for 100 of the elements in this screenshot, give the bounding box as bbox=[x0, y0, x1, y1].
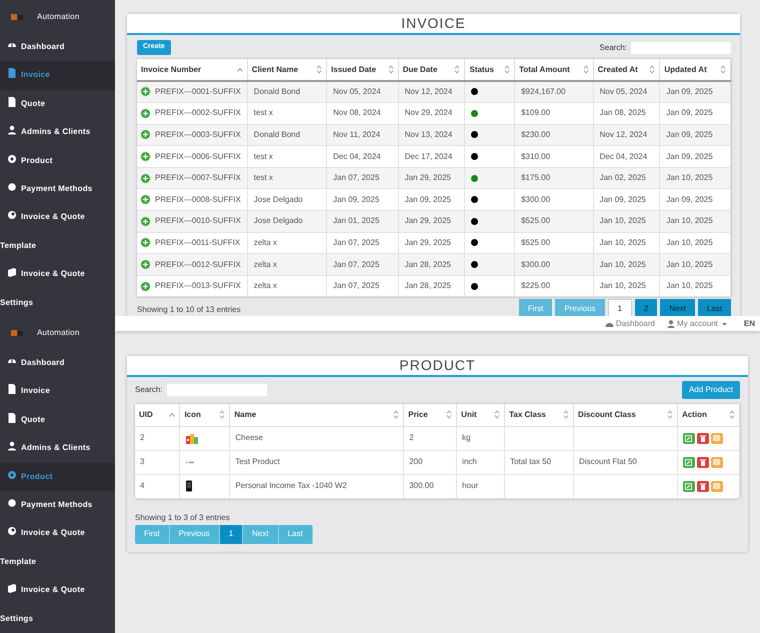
table-cell: 3 bbox=[140, 457, 144, 466]
column-header[interactable]: Status bbox=[469, 64, 494, 76]
table-cell: 300.00 bbox=[409, 481, 434, 490]
page-button[interactable]: 1 bbox=[608, 299, 632, 316]
edit-button[interactable] bbox=[682, 432, 695, 444]
column-header[interactable]: UID bbox=[139, 408, 153, 421]
brand-name: Automation bbox=[37, 10, 80, 22]
table-cell: 2 bbox=[409, 433, 414, 442]
column-header[interactable]: Updated At bbox=[664, 64, 707, 76]
sidebar-item[interactable]: Admins & Clients bbox=[0, 434, 115, 463]
table-cell: Jan 10, 2025 bbox=[666, 260, 713, 269]
table-cell: test x bbox=[254, 173, 273, 182]
expand-plus-icon bbox=[140, 108, 151, 119]
user-icon bbox=[7, 125, 17, 136]
column-header[interactable]: Discount Class bbox=[578, 408, 636, 421]
sidebar-item[interactable]: Quote bbox=[0, 90, 115, 118]
circle-icon bbox=[7, 498, 17, 508]
sidebar-item[interactable]: Invoice & Quote Settings bbox=[0, 260, 115, 316]
sidebar-item[interactable]: Admins & Clients bbox=[0, 118, 115, 147]
expand-plus-icon bbox=[140, 280, 151, 292]
entries-info: Showing 1 to 3 of 3 entries bbox=[135, 512, 231, 524]
table-cell: Test Product bbox=[235, 457, 280, 466]
sidebar-item[interactable]: Payment Methods bbox=[0, 175, 115, 204]
table-cell: Nov 12, 2024 bbox=[404, 87, 452, 96]
page-title: INVOICE bbox=[401, 14, 466, 33]
square-button[interactable] bbox=[710, 456, 723, 468]
column-header[interactable]: Icon bbox=[184, 408, 201, 421]
table-cell: 2 bbox=[140, 433, 144, 442]
table-cell: $924,167.00 bbox=[521, 87, 566, 96]
delete-button[interactable] bbox=[696, 456, 709, 468]
table-cell: PREFIX---0006-SUFFIX bbox=[155, 152, 241, 161]
sidebar-item[interactable]: Product bbox=[0, 462, 115, 492]
sidebar-item[interactable]: Product bbox=[0, 146, 115, 176]
column-header[interactable]: Issued Date bbox=[331, 64, 376, 76]
sidebar-item[interactable]: Invoice & Quote Settings bbox=[0, 576, 115, 633]
table-cell: Jan 09, 2025 bbox=[404, 194, 451, 204]
column-header[interactable]: Unit bbox=[461, 408, 477, 421]
column-header[interactable]: Due Date bbox=[402, 64, 438, 76]
sidebar-item[interactable]: Invoice & Quote Template bbox=[0, 519, 115, 576]
expand-plus-icon bbox=[140, 172, 151, 184]
sidebar-item[interactable]: Dashboard bbox=[0, 349, 115, 378]
table-cell: Jan 09, 2025 bbox=[666, 108, 713, 118]
page-title: PRODUCT bbox=[399, 356, 476, 375]
table-cell: Jan 10, 2025 bbox=[666, 216, 713, 226]
page-button[interactable]: 2 bbox=[634, 299, 658, 316]
column-header[interactable]: Action bbox=[682, 408, 707, 421]
table-cell: Personal Income Tax -1040 W2 bbox=[235, 481, 347, 490]
column-header[interactable]: Invoice Number bbox=[141, 64, 202, 76]
dashboard-link[interactable]: Dashboard bbox=[604, 318, 655, 330]
sidebar-item[interactable]: Invoice bbox=[0, 377, 115, 406]
table-cell: Jan 10, 2025 bbox=[600, 216, 646, 226]
entries-info: Showing 1 to 10 of 13 entries bbox=[137, 305, 241, 316]
table-cell: Jan 07, 2025 bbox=[333, 238, 380, 247]
column-header[interactable]: Tax Class bbox=[509, 408, 546, 421]
caret-icon bbox=[720, 320, 728, 326]
table-cell: zelta x bbox=[254, 281, 277, 290]
table-cell: Jose Delgado bbox=[254, 216, 303, 226]
expand-plus-icon bbox=[140, 216, 151, 227]
page-button[interactable]: Next bbox=[660, 299, 695, 316]
table-cell: Nov 05, 2024 bbox=[600, 87, 648, 96]
sidebar-item[interactable]: Invoice & Quote Template bbox=[0, 203, 115, 260]
page-button[interactable]: 1 bbox=[220, 524, 244, 544]
edit-button[interactable] bbox=[682, 480, 695, 492]
table-cell: PREFIX---0010-SUFFIX bbox=[155, 216, 241, 226]
square-button[interactable] bbox=[710, 480, 723, 492]
user-icon bbox=[7, 441, 17, 452]
column-header[interactable]: Created At bbox=[598, 64, 638, 76]
table-cell: Nov 13, 2024 bbox=[404, 130, 452, 139]
account-menu[interactable]: My account bbox=[666, 318, 728, 330]
table-cell: Jan 02, 2025 bbox=[600, 173, 646, 182]
table-cell: $175.00 bbox=[521, 173, 550, 182]
square-button[interactable] bbox=[710, 432, 723, 444]
column-header[interactable]: Name bbox=[234, 408, 256, 421]
table-cell: PREFIX---0003-SUFFIX bbox=[155, 130, 241, 139]
logo-icon bbox=[11, 330, 23, 336]
sidebar-item[interactable]: Payment Methods bbox=[0, 491, 115, 520]
table-cell: Jan 10, 2025 bbox=[666, 281, 713, 290]
table-cell: Jan 01, 2025 bbox=[333, 216, 380, 226]
trash-icon bbox=[700, 434, 706, 442]
dots-icon bbox=[185, 458, 196, 465]
column-header[interactable]: Price bbox=[408, 408, 428, 421]
delete-button[interactable] bbox=[696, 480, 709, 492]
sidebar-item[interactable]: Quote bbox=[0, 406, 115, 434]
table-cell: Jan 10, 2025 bbox=[600, 260, 646, 269]
language-selector[interactable]: EN bbox=[744, 318, 755, 330]
column-header[interactable]: Total Amount bbox=[519, 64, 570, 76]
table-cell: Total tax 50 bbox=[510, 457, 552, 466]
circle-icon bbox=[7, 182, 17, 192]
sidebar-item[interactable]: Dashboard bbox=[0, 33, 115, 62]
table-cell: Jan 09, 2025 bbox=[666, 87, 713, 96]
table-cell: Jan 08, 2025 bbox=[600, 108, 646, 118]
delete-button[interactable] bbox=[696, 432, 709, 444]
search-label: Search: bbox=[599, 42, 627, 54]
edit-button[interactable] bbox=[682, 456, 695, 468]
sidebar-item[interactable]: Invoice bbox=[0, 61, 115, 90]
page-button[interactable]: Last bbox=[698, 299, 731, 316]
column-header[interactable]: Client Name bbox=[252, 64, 298, 76]
bottles-icon bbox=[185, 431, 200, 445]
table-cell: Dec 04, 2024 bbox=[600, 152, 648, 161]
table-cell: Jan 09, 2025 bbox=[600, 194, 646, 204]
